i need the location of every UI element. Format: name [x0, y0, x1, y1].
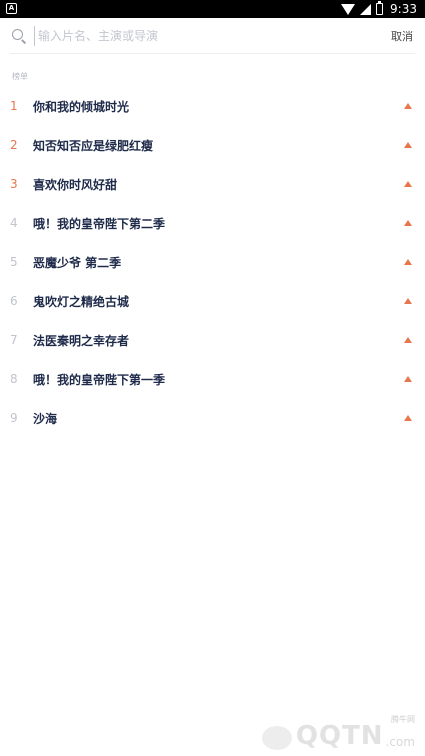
trend-up-icon — [404, 103, 412, 109]
notification-icon: A — [6, 3, 17, 14]
wifi-icon — [341, 4, 356, 15]
list-item[interactable]: 1 你和我的倾城时光 — [0, 87, 425, 126]
signal-icon — [360, 3, 372, 15]
search-input[interactable] — [34, 26, 338, 46]
trend-up-icon — [404, 376, 412, 382]
watermark: 腾牛网 QQTN .com — [261, 715, 415, 751]
list-item[interactable]: 2 知否知否应是绿肥红瘦 — [0, 126, 425, 165]
show-title: 恶魔少爷 第二季 — [33, 256, 122, 270]
show-title: 法医秦明之幸存者 — [33, 334, 130, 348]
status-bar: A 9:33 — [0, 0, 425, 18]
search-icon — [12, 29, 23, 40]
watermark-site-name: 腾牛网 — [391, 715, 415, 724]
trend-up-icon — [404, 142, 412, 148]
show-title: 鬼吹灯之精绝古城 — [33, 295, 130, 309]
watermark-brand: QQTN — [295, 721, 384, 751]
rank-number: 1 — [10, 99, 18, 113]
show-title: 哦！我的皇帝陛下第一季 — [33, 373, 166, 387]
hot-list: 1 你和我的倾城时光 2 知否知否应是绿肥红瘦 3 喜欢你时风好甜 4 哦！我的… — [0, 87, 425, 438]
trend-up-icon — [404, 181, 412, 187]
show-title: 喜欢你时风好甜 — [33, 178, 118, 192]
list-item[interactable]: 3 喜欢你时风好甜 — [0, 165, 425, 204]
watermark-logo-icon — [261, 726, 292, 750]
search-bar: 取消 — [0, 18, 425, 54]
list-item[interactable]: 6 鬼吹灯之精绝古城 — [0, 282, 425, 321]
list-item[interactable]: 5 恶魔少爷 第二季 — [0, 243, 425, 282]
rank-number: 6 — [10, 294, 18, 308]
list-item[interactable]: 9 沙海 — [0, 399, 425, 438]
trend-up-icon — [404, 337, 412, 343]
status-time: 9:33 — [390, 2, 417, 16]
trend-up-icon — [404, 220, 412, 226]
list-item[interactable]: 7 法医秦明之幸存者 — [0, 321, 425, 360]
rank-number: 9 — [10, 411, 18, 425]
trend-up-icon — [404, 259, 412, 265]
section-label: 榜单 — [12, 72, 28, 81]
list-item[interactable]: 4 哦！我的皇帝陛下第二季 — [0, 204, 425, 243]
rank-number: 3 — [10, 177, 18, 191]
rank-number: 4 — [10, 216, 18, 230]
rank-number: 5 — [10, 255, 18, 269]
trend-up-icon — [404, 415, 412, 421]
show-title: 你和我的倾城时光 — [33, 100, 130, 114]
trend-up-icon — [404, 298, 412, 304]
list-item[interactable]: 8 哦！我的皇帝陛下第一季 — [0, 360, 425, 399]
show-title: 知否知否应是绿肥红瘦 — [33, 139, 154, 153]
show-title: 沙海 — [33, 412, 58, 426]
cancel-button[interactable]: 取消 — [391, 28, 413, 44]
battery-icon — [376, 1, 384, 15]
rank-number: 7 — [10, 333, 18, 347]
watermark-suffix: .com — [385, 735, 415, 749]
status-icons: 9:33 — [341, 1, 417, 17]
rank-number: 8 — [10, 372, 18, 386]
rank-number: 2 — [10, 138, 18, 152]
show-title: 哦！我的皇帝陛下第二季 — [33, 217, 166, 231]
search-divider — [10, 53, 415, 54]
